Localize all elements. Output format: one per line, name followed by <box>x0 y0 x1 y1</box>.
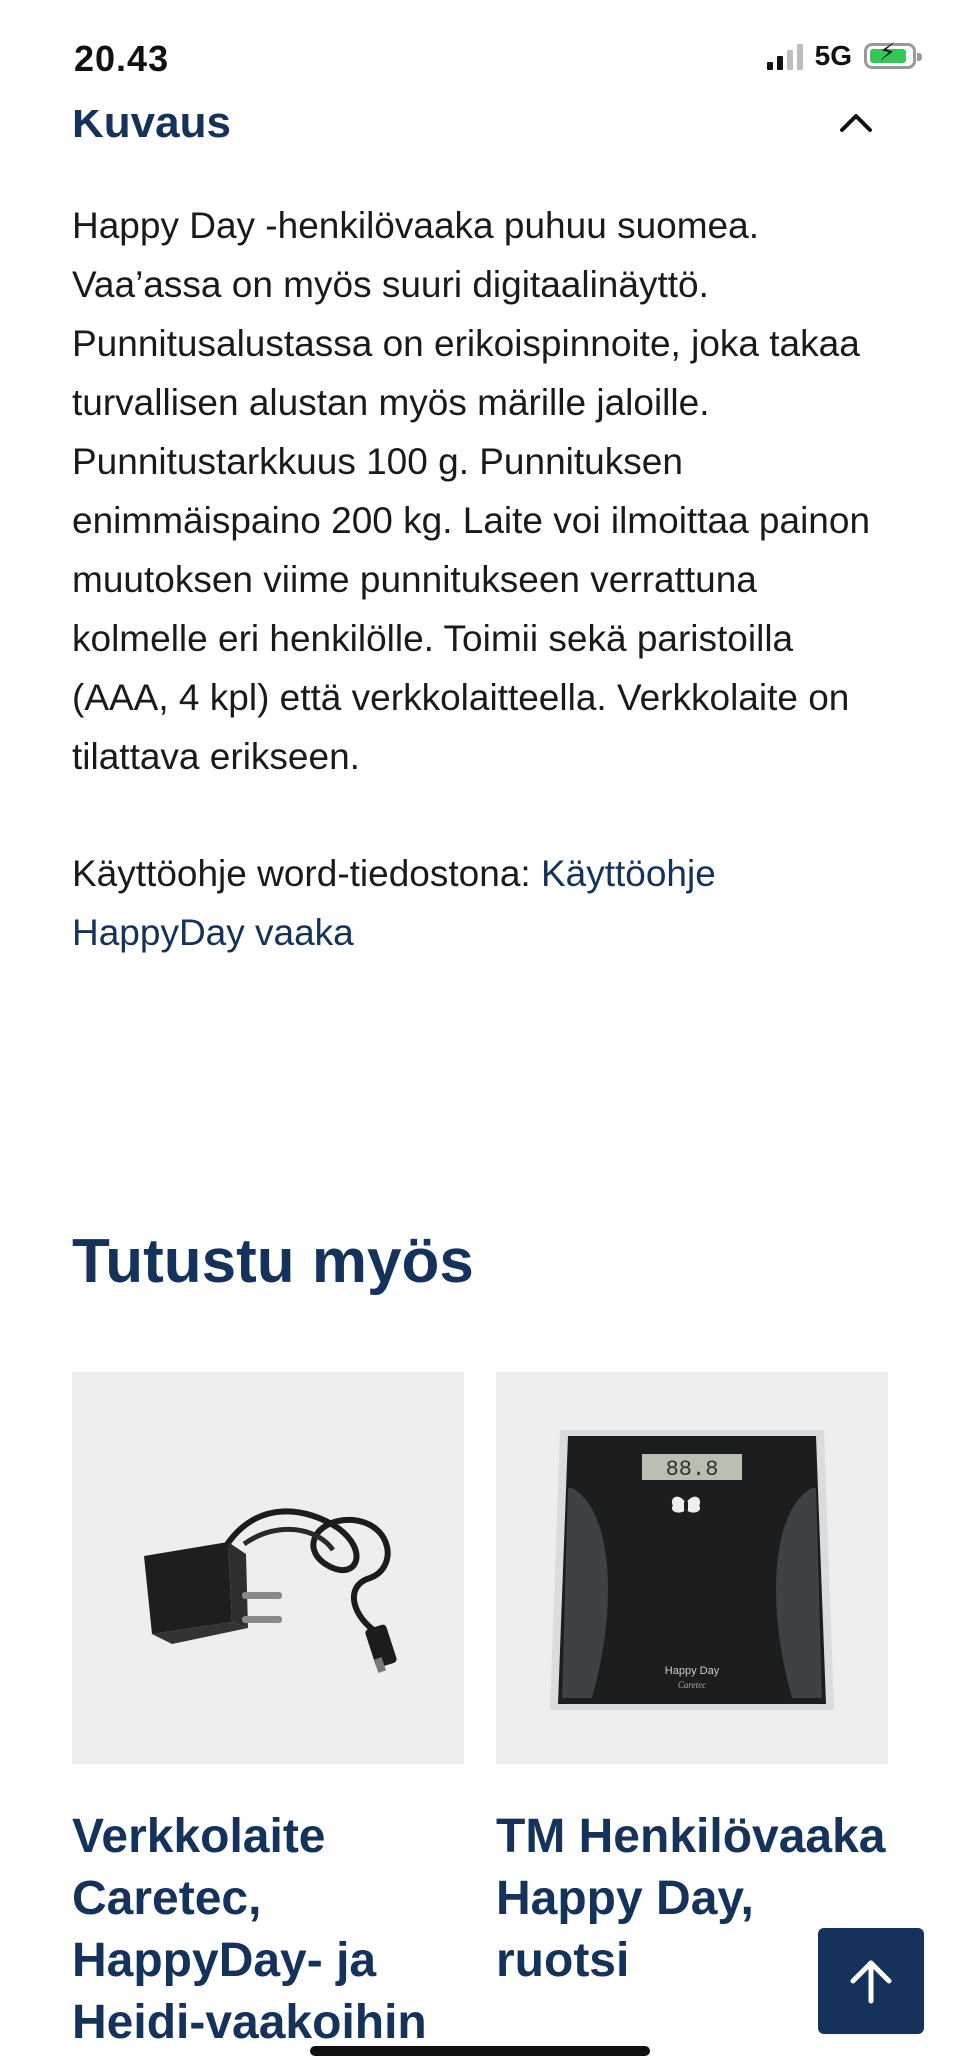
back-to-top-button[interactable] <box>818 1928 924 2034</box>
chevron-up-icon[interactable] <box>836 104 876 144</box>
status-bar: 20.43 5G ⚡ <box>0 0 960 110</box>
product-card[interactable]: 88.8 Happy Day Caretec TM Henkilövaaka H… <box>496 1372 888 1992</box>
svg-text:88.8: 88.8 <box>666 1457 719 1482</box>
scale-brand-text: Happy Day <box>665 1665 720 1677</box>
cellular-signal-icon <box>766 42 803 70</box>
arrow-up-icon <box>850 1960 892 2004</box>
home-indicator[interactable] <box>310 2046 650 2056</box>
manual-prefix: Käyttöohje word-tiedostona: <box>72 853 541 894</box>
see-also-title: Tutustu myös <box>72 1227 474 1296</box>
battery-charging-icon: ⚡ <box>864 41 922 69</box>
manual-line: Käyttöohje word-tiedostona: Käyttöohje H… <box>72 844 892 962</box>
status-time: 20.43 <box>74 38 170 79</box>
product-name[interactable]: Verkkolaite Caretec, HappyDay- ja Heidi-… <box>72 1806 464 2054</box>
status-indicators: 5G ⚡ <box>766 40 922 72</box>
network-type: 5G <box>814 40 852 71</box>
scale-maker-text: Caretec <box>678 1680 706 1690</box>
product-card[interactable]: Verkkolaite Caretec, HappyDay- ja Heidi-… <box>72 1372 464 2054</box>
product-description: Happy Day -henkilövaaka puhuu suomea. Va… <box>72 205 871 777</box>
power-adapter-icon[interactable] <box>72 1372 464 1764</box>
bathroom-scale-icon[interactable]: 88.8 Happy Day Caretec <box>496 1372 888 1764</box>
